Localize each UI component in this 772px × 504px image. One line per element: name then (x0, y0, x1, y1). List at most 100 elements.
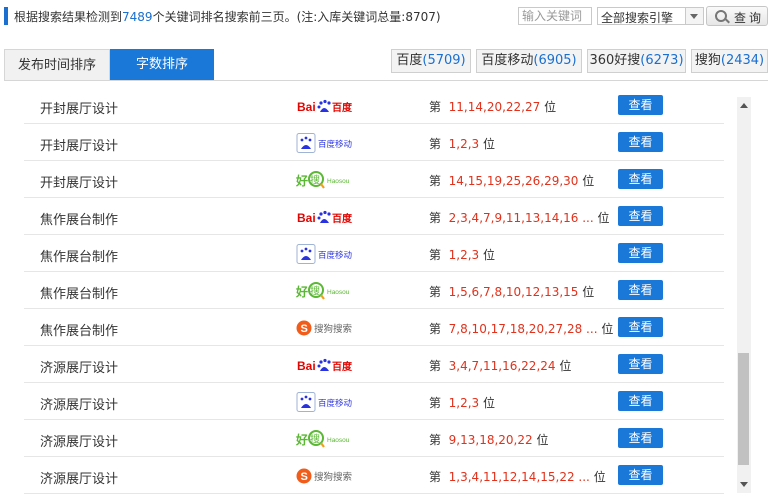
svg-text:好: 好 (296, 284, 308, 299)
keyword-text: 开封展厅设计 (40, 176, 119, 191)
search-button-label: 查询 (734, 11, 765, 25)
rank-suffix: 位 (483, 137, 496, 151)
rank-position-values: 11,14,20,22,27 (448, 100, 541, 114)
view-button[interactable]: 查看 (618, 132, 663, 152)
view-button[interactable]: 查看 (618, 354, 663, 374)
svg-text:百度移动: 百度移动 (318, 398, 353, 409)
keyword-text: 焦作展台制作 (40, 250, 119, 265)
chevron-down-icon[interactable] (685, 8, 703, 24)
svg-text:搜: 搜 (310, 285, 320, 298)
scroll-down-arrow-icon[interactable] (740, 482, 748, 487)
rank-position-values: 2,3,4,7,9,11,13,14,16 ... (448, 211, 594, 225)
filter-baidu-button[interactable]: 百度(5709) (391, 49, 471, 73)
rank-prefix: 第 (429, 100, 442, 114)
keyword-text: 开封展厅设计 (40, 139, 119, 154)
rank-positions: 第 11,14,20,22,27 位 (429, 98, 556, 115)
svg-text:百度移动: 百度移动 (318, 139, 353, 150)
view-button[interactable]: 查看 (618, 280, 663, 300)
list-scrollbar[interactable] (737, 97, 751, 493)
rank-prefix: 第 (429, 322, 442, 336)
summary-prefix: 根据搜索结果检测到 (14, 10, 123, 24)
svg-text:Bai: Bai (297, 359, 316, 373)
rank-suffix: 位 (544, 100, 557, 114)
svg-text:搜: 搜 (310, 174, 320, 187)
view-button[interactable]: 查看 (618, 243, 663, 263)
filter-sogou-label: 搜狗 (694, 53, 721, 68)
filter-haosou-count: (6273) (640, 53, 684, 68)
svg-text:Bai: Bai (297, 211, 316, 225)
view-button[interactable]: 查看 (618, 169, 663, 189)
keyword-count: 7489 (122, 10, 153, 24)
rank-prefix: 第 (429, 470, 442, 484)
rank-positions: 第 2,3,4,7,9,11,13,14,16 ... 位 (429, 209, 610, 226)
scroll-up-arrow-icon[interactable] (740, 103, 748, 108)
rank-positions: 第 1,3,4,11,12,14,15,22 ... 位 (429, 468, 606, 485)
sort-tab-bar: 发布时间排序 字数排序 百度(5709) 百度移动(6905) 360好搜(62… (4, 49, 768, 81)
view-button[interactable]: 查看 (618, 206, 663, 226)
view-button[interactable]: 查看 (618, 391, 663, 411)
keyword-text: 焦作展台制作 (40, 324, 119, 339)
svg-text:搜狗搜索: 搜狗搜索 (314, 471, 352, 483)
baidu-mobile-logo-icon: 百度移动 (296, 133, 358, 153)
rank-prefix: 第 (429, 285, 442, 299)
svg-text:百度移动: 百度移动 (318, 250, 353, 261)
sogou-logo-icon: S 搜狗搜索 (296, 466, 358, 486)
tab-word-count[interactable]: 字数排序 (110, 49, 214, 80)
rank-positions: 第 3,4,7,11,16,22,24 位 (429, 357, 571, 374)
search-button[interactable]: 查询 (706, 6, 768, 26)
view-button[interactable]: 查看 (618, 428, 663, 448)
svg-text:Bai: Bai (297, 100, 316, 114)
table-row: 开封展厅设计 Bai 百度 第 11,14,20,22,27 位 查看 (24, 87, 724, 124)
table-row: 开封展厅设计 好 搜 Haosou 第 14,15,19,25,26,29,30… (24, 161, 724, 198)
svg-text:Haosou: Haosou (327, 178, 350, 185)
table-row: 焦作展台制作 百度移动 第 1,2,3 位 查看 (24, 235, 724, 272)
filter-baidu-mobile-label: 百度移动 (481, 53, 534, 68)
keyword-search-input[interactable] (518, 7, 592, 25)
view-button[interactable]: 查看 (618, 95, 663, 115)
summary-text: 根据搜索结果检测到7489个关键词排名搜索前三页。(注:入库关键词总量:8707… (14, 8, 441, 25)
rank-suffix: 位 (483, 396, 496, 410)
keyword-text: 济源展厅设计 (40, 398, 119, 413)
filter-baidu-mobile-button[interactable]: 百度移动(6905) (476, 49, 582, 73)
filter-haosou-button[interactable]: 360好搜(6273) (587, 49, 686, 73)
rank-prefix: 第 (429, 359, 442, 373)
filter-sogou-button[interactable]: 搜狗(2434) (691, 49, 768, 73)
svg-text:百度: 百度 (332, 101, 353, 114)
rank-position-values: 14,15,19,25,26,29,30 (448, 174, 579, 188)
rank-prefix: 第 (429, 211, 442, 225)
svg-text:百度: 百度 (332, 360, 353, 373)
rank-suffix: 位 (483, 248, 496, 262)
filter-baidu-mobile-count: (6905) (533, 53, 577, 68)
rank-suffix: 位 (559, 359, 572, 373)
search-icon (715, 10, 727, 22)
rank-suffix: 位 (536, 433, 549, 447)
table-row: 济源展厅设计 S 搜狗搜索 第 1,3,4,11,12,14,15,22 ...… (24, 457, 724, 494)
haosou-logo-icon: 好 搜 Haosou (295, 429, 358, 449)
keyword-text: 济源展厅设计 (40, 435, 119, 450)
table-row: 济源展厅设计 好 搜 Haosou 第 9,13,18,20,22 位 查看 (24, 420, 724, 457)
svg-text:S: S (301, 471, 308, 483)
view-button[interactable]: 查看 (618, 465, 663, 485)
svg-text:好: 好 (296, 432, 308, 447)
engine-select[interactable]: 全部搜索引擎 (597, 7, 704, 25)
rank-positions: 第 1,5,6,7,8,10,12,13,15 位 (429, 283, 594, 300)
svg-text:S: S (301, 323, 308, 335)
haosou-logo-icon: 好 搜 Haosou (295, 281, 358, 301)
svg-text:Haosou: Haosou (327, 289, 350, 296)
svg-text:Haosou: Haosou (327, 437, 350, 444)
baidu-mobile-logo-icon: 百度移动 (296, 392, 358, 412)
rank-suffix: 位 (582, 285, 595, 299)
table-row: 开封展厅设计 百度移动 第 1,2,3 位 查看 (24, 124, 724, 161)
rank-positions: 第 1,2,3 位 (429, 246, 495, 263)
scroll-thumb[interactable] (738, 353, 749, 465)
filter-baidu-label: 百度 (396, 53, 423, 68)
table-row: 焦作展台制作 Bai 百度 第 2,3,4,7,9,11,13,14,16 ..… (24, 198, 724, 235)
top-bar: 根据搜索结果检测到7489个关键词排名搜索前三页。(注:入库关键词总量:8707… (0, 0, 772, 34)
rank-position-values: 9,13,18,20,22 (448, 433, 533, 447)
keyword-text: 济源展厅设计 (40, 472, 119, 487)
filter-baidu-count: (5709) (422, 53, 466, 68)
rank-position-values: 1,2,3 (448, 396, 480, 410)
tab-publish-time[interactable]: 发布时间排序 (4, 49, 110, 80)
view-button[interactable]: 查看 (618, 317, 663, 337)
rank-positions: 第 1,2,3 位 (429, 394, 495, 411)
